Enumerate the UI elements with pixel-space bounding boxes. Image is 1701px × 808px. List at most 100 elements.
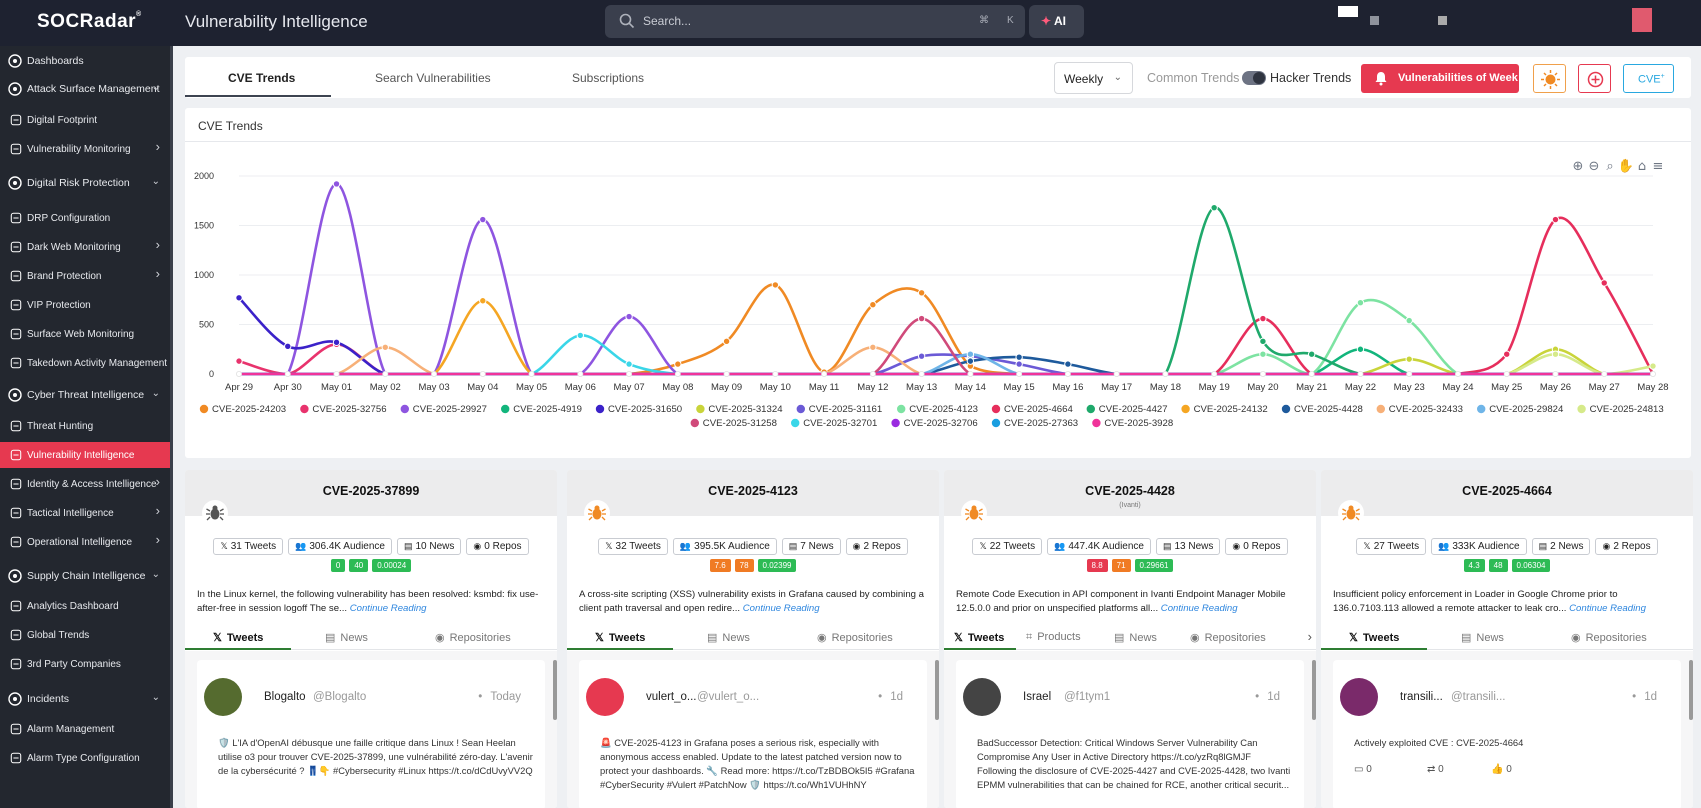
cve-id[interactable]: CVE-2025-4428 bbox=[944, 484, 1316, 498]
card-tab-repositories[interactable]: ◉ Repositories bbox=[817, 631, 893, 644]
like-count[interactable]: 👍 0 bbox=[1491, 764, 1512, 775]
sidebar-item-cyber-threat-intelligence[interactable]: Cyber Threat Intelligence ⌄ bbox=[0, 382, 170, 408]
chevron-right-icon[interactable]: › bbox=[156, 532, 160, 547]
legend-label[interactable]: CVE-2025-4919 bbox=[513, 404, 582, 415]
sidebar-item-attack-surface-management[interactable]: Attack Surface Management ⌄ bbox=[0, 76, 170, 102]
continue-reading-link[interactable]: Continue Reading bbox=[1569, 603, 1646, 614]
sun-bug-button[interactable] bbox=[1533, 64, 1566, 93]
stat-tweets[interactable]: 𝕏 27 Tweets bbox=[1356, 538, 1427, 555]
sidebar-scrollbar[interactable] bbox=[170, 46, 173, 808]
legend-label[interactable]: CVE-2025-4664 bbox=[1004, 404, 1073, 415]
stat-audience[interactable]: 👥 333K Audience bbox=[1431, 538, 1527, 555]
card-tab-products[interactable]: ⌗ Products bbox=[1026, 631, 1081, 644]
ai-button[interactable]: ✦ AI bbox=[1029, 5, 1084, 38]
chevron-down-icon[interactable]: ⌄ bbox=[152, 692, 160, 703]
legend-label[interactable]: CVE-2025-31161 bbox=[809, 404, 882, 415]
cve-id[interactable]: CVE-2025-4123 bbox=[567, 484, 939, 498]
tweet-list-scrollbar[interactable] bbox=[1689, 660, 1693, 720]
stat-tweets[interactable]: 𝕏 22 Tweets bbox=[972, 538, 1043, 555]
legend-label[interactable]: CVE-2025-32701 bbox=[803, 418, 877, 429]
sidebar-item-drp-configuration[interactable]: DRP Configuration bbox=[0, 205, 170, 231]
legend-label[interactable]: CVE-2025-31324 bbox=[708, 404, 783, 415]
sidebar-item-analytics-dashboard[interactable]: Analytics Dashboard bbox=[0, 593, 170, 619]
sidebar-item-supply-chain-intelligence[interactable]: Supply Chain Intelligence ⌄ bbox=[0, 563, 170, 589]
sidebar-item-dark-web-monitoring[interactable]: Dark Web Monitoring › bbox=[0, 234, 170, 260]
reset-home-icon[interactable]: ⌂ bbox=[1638, 159, 1646, 174]
chevron-right-icon[interactable]: › bbox=[1308, 629, 1312, 644]
chevron-down-icon[interactable]: ⌄ bbox=[152, 569, 160, 580]
tweet-card[interactable] bbox=[197, 660, 545, 808]
legend-label[interactable]: CVE-2025-29824 bbox=[1489, 404, 1564, 415]
zoom-out-icon[interactable]: ⊖ bbox=[1589, 159, 1600, 174]
chevron-right-icon[interactable]: › bbox=[156, 503, 160, 518]
chevron-right-icon[interactable]: › bbox=[156, 139, 160, 154]
chevron-right-icon[interactable]: › bbox=[156, 237, 160, 252]
tab-search-vulnerabilities[interactable]: Search Vulnerabilities bbox=[375, 71, 491, 85]
sidebar-item-identity-access-intelligence[interactable]: Identity & Access Intelligence › bbox=[0, 471, 170, 497]
sidebar-item-digital-risk-protection[interactable]: Digital Risk Protection ⌄ bbox=[0, 170, 170, 196]
zoom-in-icon[interactable]: ⊕ bbox=[1573, 159, 1584, 174]
socradar-logo[interactable]: SOCRadar® bbox=[37, 11, 142, 33]
tab-cve-trends[interactable]: CVE Trends bbox=[228, 71, 295, 85]
legend-label[interactable]: CVE-2025-4123 bbox=[909, 404, 978, 415]
stat-news[interactable]: ▤ 10 News bbox=[396, 538, 462, 555]
tweet-username[interactable]: vulert_o... bbox=[646, 691, 697, 703]
card-tab-repositories[interactable]: ◉ Repositories bbox=[1571, 631, 1647, 644]
cve-id[interactable]: CVE-2025-37899 bbox=[185, 484, 557, 498]
cve-add-button[interactable]: CVE+ bbox=[1623, 64, 1674, 93]
avatar[interactable] bbox=[963, 678, 1001, 716]
menu-icon[interactable]: ≡ bbox=[1653, 159, 1664, 174]
avatar[interactable] bbox=[586, 678, 624, 716]
stat-tweets[interactable]: 𝕏 32 Tweets bbox=[598, 538, 668, 555]
card-tab-news[interactable]: ▤ News bbox=[325, 631, 368, 644]
cve-id[interactable]: CVE-2025-4664 bbox=[1321, 484, 1693, 498]
sidebar-item-3rd-party-companies[interactable]: 3rd Party Companies bbox=[0, 651, 170, 677]
legend-label[interactable]: CVE-2025-32706 bbox=[904, 418, 978, 429]
legend-label[interactable]: CVE-2025-32433 bbox=[1389, 404, 1463, 415]
stat-repos[interactable]: ◉ 0 Repos bbox=[466, 538, 529, 555]
legend-label[interactable]: CVE-2025-31258 bbox=[703, 418, 777, 429]
sidebar-item-alarm-management[interactable]: Alarm Management bbox=[0, 716, 170, 742]
stat-repos[interactable]: ◉ 0 Repos bbox=[1225, 538, 1288, 555]
card-tab-tweets[interactable]: 𝕏 Tweets bbox=[595, 631, 645, 644]
add-button[interactable] bbox=[1578, 64, 1611, 93]
reply-count[interactable]: ▭ 0 bbox=[1354, 764, 1372, 775]
continue-reading-link[interactable]: Continue Reading bbox=[1161, 603, 1238, 614]
legend-label[interactable]: CVE-2025-32756 bbox=[312, 404, 386, 415]
stat-repos[interactable]: ◉ 2 Repos bbox=[845, 538, 908, 555]
card-tab-tweets[interactable]: 𝕏 Tweets bbox=[954, 631, 1004, 644]
tweet-list-scrollbar[interactable] bbox=[1312, 660, 1316, 720]
stat-tweets[interactable]: 𝕏 31 Tweets bbox=[213, 538, 284, 555]
zoom-select-icon[interactable]: ⌕ bbox=[1606, 159, 1613, 174]
tweet-card[interactable] bbox=[1333, 660, 1681, 808]
chevron-down-icon[interactable]: ⌄ bbox=[152, 176, 160, 187]
tweet-username[interactable]: transili... bbox=[1400, 691, 1443, 703]
legend-label[interactable]: CVE-2025-4428 bbox=[1294, 404, 1363, 415]
card-tab-tweets[interactable]: 𝕏 Tweets bbox=[213, 631, 263, 644]
period-select[interactable]: Weekly ⌄ bbox=[1054, 62, 1133, 94]
card-tab-repositories[interactable]: ◉ Repositories bbox=[435, 631, 511, 644]
avatar[interactable] bbox=[1340, 678, 1378, 716]
chevron-right-icon[interactable]: › bbox=[156, 474, 160, 489]
tab-subscriptions[interactable]: Subscriptions bbox=[572, 71, 644, 85]
trends-toggle[interactable] bbox=[1242, 71, 1266, 85]
legend-label[interactable]: CVE-2025-29927 bbox=[413, 404, 487, 415]
chevron-right-icon[interactable]: › bbox=[156, 266, 160, 281]
stat-news[interactable]: ▤ 7 News bbox=[781, 538, 841, 555]
tweet-list-scrollbar[interactable] bbox=[935, 660, 939, 720]
legend-label[interactable]: CVE-2025-24132 bbox=[1194, 404, 1268, 415]
sidebar-item-brand-protection[interactable]: Brand Protection › bbox=[0, 263, 170, 289]
stat-repos[interactable]: ◉ 2 Repos bbox=[1595, 538, 1658, 555]
retweet-count[interactable]: ⇄ 0 bbox=[1427, 764, 1444, 775]
sidebar-item-alarm-type-configuration[interactable]: Alarm Type Configuration bbox=[0, 745, 170, 771]
continue-reading-link[interactable]: Continue Reading bbox=[350, 603, 427, 614]
legend-label[interactable]: CVE-2025-4427 bbox=[1099, 404, 1168, 415]
sidebar-item-takedown-activity-management[interactable]: Takedown Activity Management bbox=[0, 350, 170, 376]
legend-label[interactable]: CVE-2025-3928 bbox=[1104, 418, 1173, 429]
legend-label[interactable]: CVE-2025-27363 bbox=[1004, 418, 1078, 429]
legend-label[interactable]: CVE-2025-31650 bbox=[608, 404, 682, 415]
legend-label[interactable]: CVE-2025-24813 bbox=[1590, 404, 1664, 415]
sidebar-item-operational-intelligence[interactable]: Operational Intelligence › bbox=[0, 529, 170, 555]
stat-news[interactable]: ▤ 13 News bbox=[1155, 538, 1221, 555]
tweet-username[interactable]: Israel bbox=[1023, 691, 1051, 703]
